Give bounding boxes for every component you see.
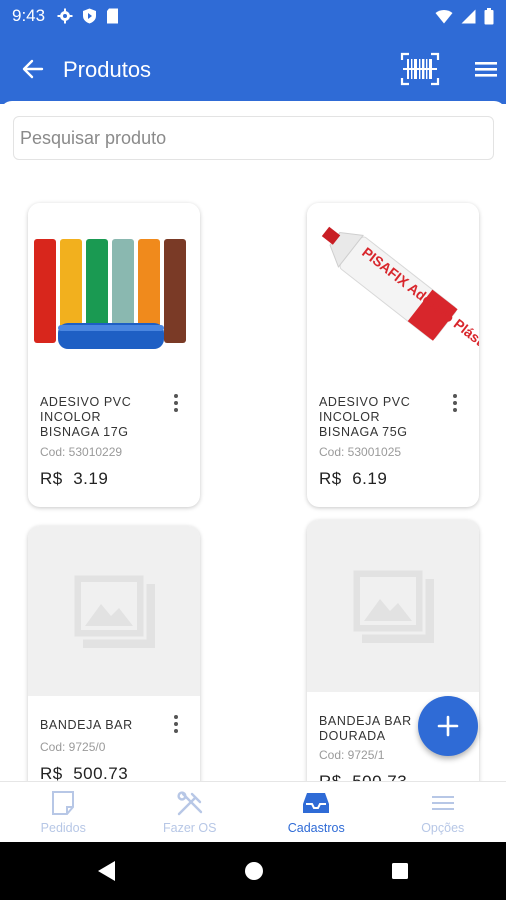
plus-icon xyxy=(437,715,459,737)
product-code: Cod: 53010229 xyxy=(40,445,123,459)
hamburger-menu-icon xyxy=(475,62,497,77)
overflow-menu-button[interactable] xyxy=(468,52,502,86)
back-button[interactable] xyxy=(16,52,50,86)
product-code: Cod: 9725/1 xyxy=(319,748,385,762)
nav-label: Opções xyxy=(421,821,465,835)
product-code: Cod: 53001025 xyxy=(319,445,402,459)
product-options-button[interactable] xyxy=(168,712,184,736)
status-bar: 9:43 xyxy=(0,0,506,32)
product-price: R$ 500.73 xyxy=(40,764,128,781)
product-code: Cod: 9725/0 xyxy=(40,740,106,754)
shield-icon xyxy=(83,8,97,24)
product-image-placeholder xyxy=(28,526,200,696)
gear-icon xyxy=(57,8,73,24)
add-product-button[interactable] xyxy=(418,696,478,756)
product-price: R$ 6.19 xyxy=(319,469,387,489)
price-value: 500.73 xyxy=(73,764,129,781)
product-card[interactable]: ADESIVO PVC INCOLOR BISNAGA 17G Cod: 530… xyxy=(28,203,200,507)
arrow-left-icon xyxy=(22,59,44,79)
product-price: R$ 3.19 xyxy=(40,469,108,489)
menu-lines-icon xyxy=(431,796,454,810)
price-value: 3.19 xyxy=(73,469,109,488)
image-placeholder-icon xyxy=(350,567,434,643)
content-sheet: ADESIVO PVC INCOLOR BISNAGA 17G Cod: 530… xyxy=(0,101,506,781)
nav-label: Fazer OS xyxy=(163,821,217,835)
nav-tab-cadastros[interactable]: Cadastros xyxy=(253,782,380,842)
recents-square-icon[interactable] xyxy=(389,859,411,883)
product-image xyxy=(28,203,200,373)
document-icon xyxy=(52,791,75,815)
price-currency: R$ xyxy=(319,469,342,488)
image-placeholder-icon xyxy=(71,572,155,648)
signal-icon xyxy=(461,9,476,23)
product-image: PISAFIX Adesivo Plástico xyxy=(307,203,479,373)
product-options-button[interactable] xyxy=(168,391,184,415)
price-currency: R$ xyxy=(319,772,342,781)
tools-icon xyxy=(177,791,202,816)
system-navigation-bar xyxy=(0,842,506,900)
product-name: ADESIVO PVC INCOLOR BISNAGA 17G xyxy=(40,395,132,439)
price-currency: R$ xyxy=(40,469,63,488)
product-name: BANDEJA BAR xyxy=(40,718,133,732)
nav-label: Pedidos xyxy=(40,821,86,835)
product-options-button[interactable] xyxy=(447,391,463,415)
app-bar: Produtos xyxy=(0,32,506,104)
back-triangle-icon[interactable] xyxy=(95,859,117,883)
bottom-navigation: Pedidos Fazer OS Cadastros Opções xyxy=(0,781,506,842)
price-value: 6.19 xyxy=(352,469,388,488)
nav-tab-fazer-os[interactable]: Fazer OS xyxy=(127,782,254,842)
sd-card-icon xyxy=(107,8,119,24)
nav-label: Cadastros xyxy=(287,821,345,835)
search-input[interactable] xyxy=(13,116,494,160)
wifi-icon xyxy=(435,9,453,23)
barcode-scan-button[interactable] xyxy=(400,52,440,86)
nav-tab-pedidos[interactable]: Pedidos xyxy=(0,782,127,842)
page-title: Produtos xyxy=(63,57,152,82)
product-card[interactable]: PISAFIX Adesivo Plástico ADESIVO PVC INC… xyxy=(307,203,479,507)
product-price: R$ 500.73 xyxy=(319,772,407,781)
price-currency: R$ xyxy=(40,764,63,781)
product-image-placeholder xyxy=(307,520,479,692)
status-time: 9:43 xyxy=(12,6,46,25)
product-name: ADESIVO PVC INCOLOR BISNAGA 75G xyxy=(319,395,411,439)
home-circle-icon[interactable] xyxy=(243,859,265,883)
battery-icon xyxy=(484,7,494,24)
product-card[interactable]: BANDEJA BAR Cod: 9725/0 R$ 500.73 xyxy=(28,526,200,781)
nav-tab-opcoes[interactable]: Opções xyxy=(380,782,506,842)
barcode-scan-icon xyxy=(400,52,440,86)
inbox-tray-icon xyxy=(303,793,330,813)
price-value: 500.73 xyxy=(352,772,407,781)
